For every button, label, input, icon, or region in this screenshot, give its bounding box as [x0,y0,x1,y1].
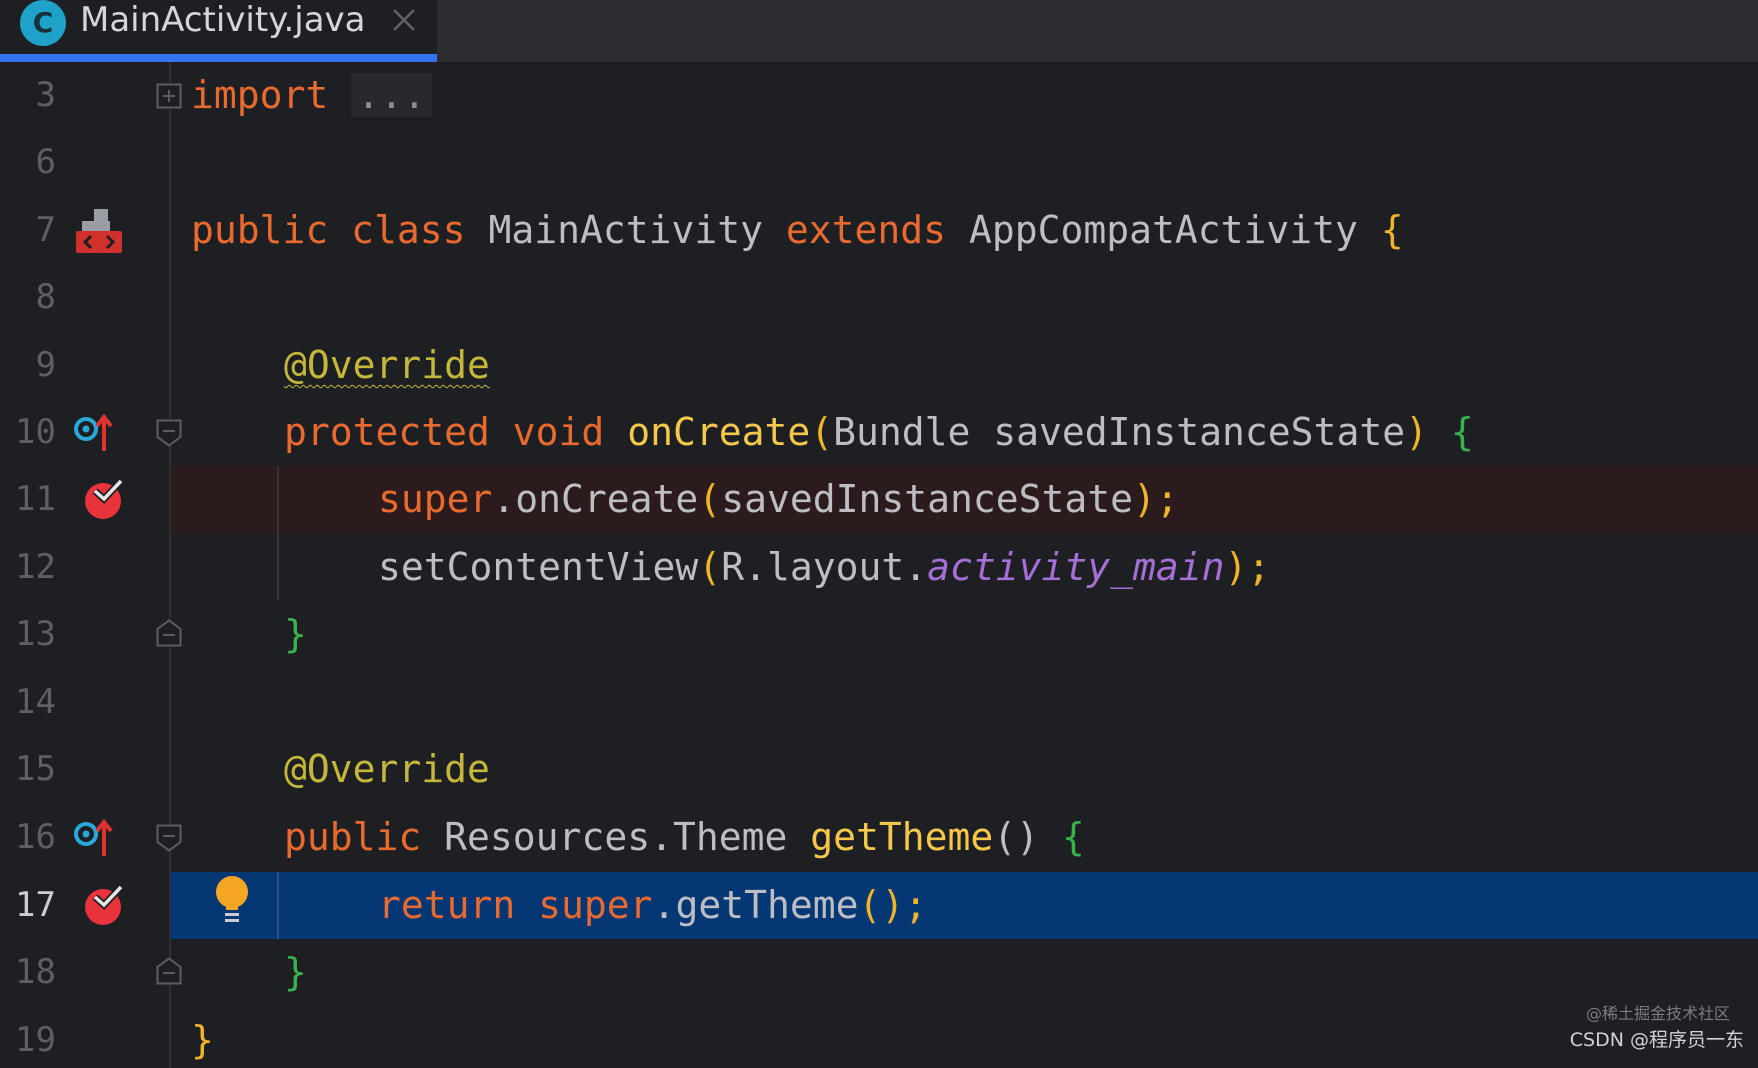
code-line-8[interactable]: 8 [0,264,1758,331]
code-line-7[interactable]: 7 public class MainActivity extends AppC… [0,197,1758,264]
line-number: 11 [15,479,56,519]
paren: ) [1405,410,1428,454]
return-type: Resources.Theme [444,815,788,859]
intention-bulb-icon[interactable] [212,874,252,926]
paren: ); [1133,477,1179,521]
argument: savedInstanceState [721,477,1133,521]
code-line-13[interactable]: 13 } [0,601,1758,668]
line-number: 7 [35,210,56,250]
method-call: .getTheme [652,883,859,927]
method-name: onCreate [627,410,811,454]
line-number: 14 [15,682,56,722]
code-line-15[interactable]: 15 @Override [0,736,1758,803]
line-number: 12 [15,547,56,587]
parameter: Bundle savedInstanceState [833,410,1406,454]
breakpoint-icon[interactable] [83,883,127,927]
fold-icon[interactable] [156,824,182,852]
annotation: @Override [284,747,490,791]
resource-ref: R.layout. [721,545,928,589]
related-layout-icon[interactable] [74,207,124,255]
code-line-16[interactable]: 16 public Resources.Theme getTheme() { [0,804,1758,871]
paren: ( [698,477,722,521]
code-editor[interactable]: 3 import ... 6 7 public class MainActivi… [0,62,1758,1068]
fold-icon[interactable] [156,957,182,985]
line-number: 6 [35,142,56,182]
paren: ( [810,410,834,454]
close-icon[interactable] [388,4,420,36]
folded-imports[interactable]: ... [351,73,432,117]
fold-icon[interactable] [156,83,182,109]
overrides-method-icon[interactable] [72,413,116,453]
line-number: 10 [15,412,56,452]
superclass-name: AppCompatActivity [968,208,1358,252]
brace: { [1061,815,1085,859]
tab-main-activity[interactable]: C MainActivity.java [0,0,437,62]
line-number: 13 [15,614,56,654]
static-field: activity_main [927,545,1225,589]
line-number: 15 [15,749,56,789]
keyword: return [378,883,516,927]
brace: } [191,1018,214,1062]
breakpoint-icon[interactable] [83,477,127,521]
brace: { [1380,208,1404,252]
method-call: .onCreate [492,477,699,521]
keyword: void [512,410,605,454]
annotation: @Override [284,343,490,387]
fold-icon[interactable] [156,619,182,647]
brace: } [284,950,307,994]
line-number: 8 [35,277,56,317]
line-number: 18 [15,952,56,992]
keyword: super [538,883,653,927]
method-call: setContentView [378,545,699,589]
editor-tab-bar: C MainActivity.java [0,0,1758,62]
brace: { [1450,410,1474,454]
code-line-17[interactable]: 17 return super.getTheme(); [0,872,1758,939]
code-line-12[interactable]: 12 setContentView(R.layout.activity_main… [0,534,1758,601]
tab-title: MainActivity.java [80,0,366,40]
overrides-method-icon[interactable] [72,818,116,858]
keyword: super [378,477,493,521]
keyword: extends [785,208,947,252]
brace: } [284,612,307,656]
code-line-18[interactable]: 18 } [0,939,1758,1006]
paren: (); [858,883,928,927]
code-line-14[interactable]: 14 [0,669,1758,736]
paren: ); [1224,545,1271,589]
line-number: 3 [35,75,56,115]
watermark-juejin: @稀土掘金技术社区 [1585,1004,1730,1023]
keyword: protected [284,410,490,454]
watermark-csdn: CSDN @程序员一东 [1569,1029,1744,1051]
line-number: 16 [15,817,56,857]
code-line-19[interactable]: 19 } [0,1007,1758,1068]
code-line-11[interactable]: 11 super.onCreate(savedInstanceState); [0,466,1758,533]
line-number: 9 [35,345,56,385]
active-tab-indicator [0,54,437,62]
line-number: 17 [15,885,56,925]
paren: () [993,815,1040,859]
line-number: 19 [15,1020,56,1060]
method-name: getTheme [810,815,994,859]
class-name: MainActivity [488,208,763,252]
keyword: class [351,208,466,252]
keyword: public [284,815,422,859]
code-line-10[interactable]: 10 protected void onCreate(Bundle savedI… [0,399,1758,466]
code-line-3[interactable]: 3 import ... [0,62,1758,129]
paren: ( [698,545,722,589]
code-line-9[interactable]: 9 @Override [0,332,1758,399]
java-class-icon: C [20,0,66,46]
keyword: import [191,73,329,117]
fold-icon[interactable] [156,419,182,447]
keyword: public [191,208,329,252]
code-line-6[interactable]: 6 [0,129,1758,196]
